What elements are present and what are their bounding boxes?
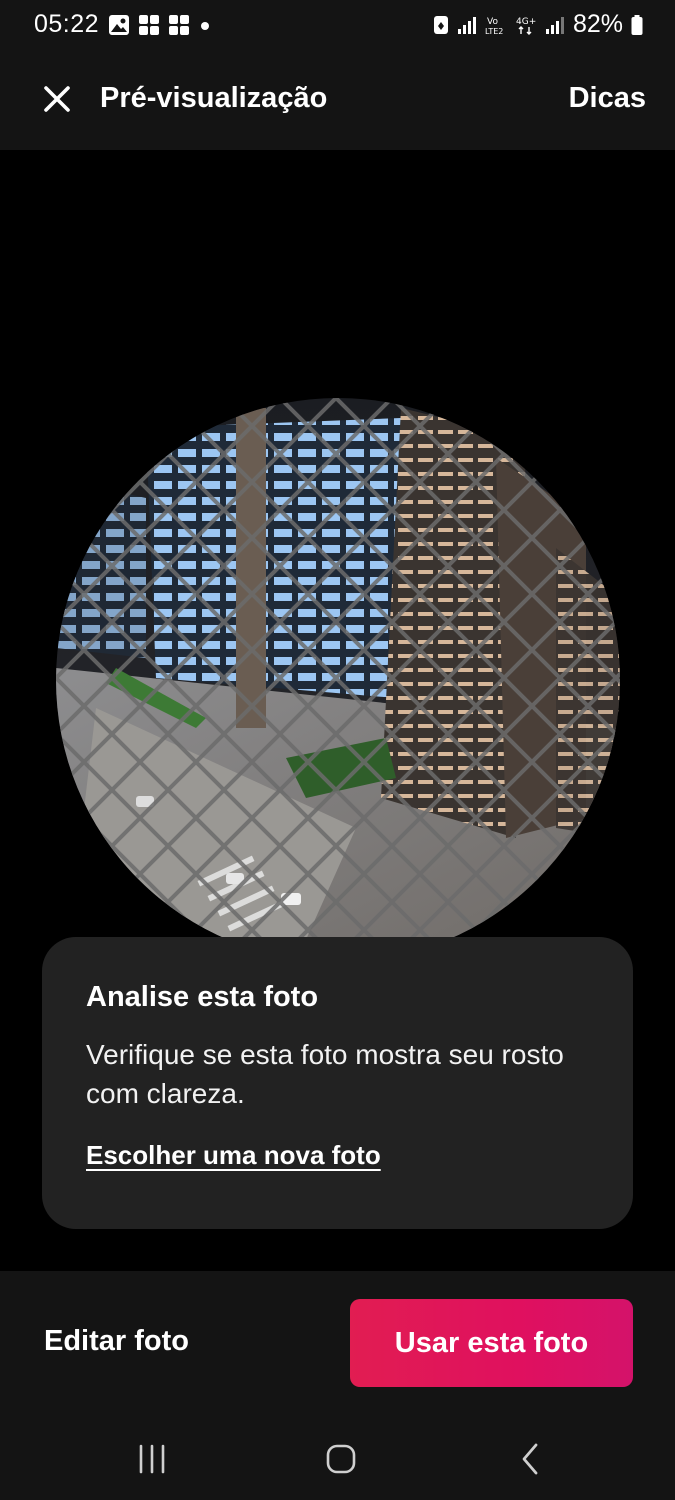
page-title: Pré-visualização: [100, 82, 328, 114]
status-bar: 05:22 Vo LTE2 4G+ 82%: [0, 0, 675, 52]
battery-percentage: 82%: [572, 10, 623, 38]
svg-text:LTE2: LTE2: [485, 27, 503, 36]
svg-text:Vo: Vo: [487, 17, 498, 27]
card-title: Analise esta foto: [86, 981, 319, 1013]
recent-apps-icon[interactable]: [137, 1442, 167, 1476]
close-icon[interactable]: [40, 82, 74, 116]
gallery-icon: [109, 15, 129, 35]
grid-app-icon: [139, 15, 159, 35]
home-icon[interactable]: [324, 1442, 358, 1476]
svg-text:4G+: 4G+: [516, 17, 536, 27]
tips-button[interactable]: Dicas: [569, 82, 646, 115]
4g-icon: 4G+: [516, 17, 536, 35]
photo-preview: [56, 398, 620, 962]
photo-image: [56, 398, 620, 962]
card-description: Verifique se esta foto mostra seu rosto …: [86, 1039, 564, 1109]
back-icon[interactable]: [516, 1442, 546, 1476]
grid-app-icon: [169, 15, 189, 35]
photo-review-card: Analise esta foto Verifique se esta foto…: [42, 937, 633, 1229]
volte-icon: Vo LTE2: [485, 17, 503, 36]
screen: 05:22 Vo LTE2 4G+ 82% Pré-visualização D…: [0, 0, 675, 1500]
status-time: 05:22: [34, 10, 100, 38]
signal-icon: [545, 16, 564, 34]
use-photo-button[interactable]: Usar esta foto: [350, 1299, 633, 1387]
choose-new-photo-link[interactable]: Escolher uma nova foto: [86, 1140, 381, 1171]
status-left-icons: [108, 14, 212, 36]
edit-photo-button[interactable]: Editar foto: [44, 1325, 189, 1358]
status-right: Vo LTE2 4G+ 82%: [433, 10, 643, 39]
dot-icon: [201, 22, 209, 30]
header: Pré-visualização Dicas: [0, 52, 675, 150]
system-nav-bar: [0, 1420, 675, 1500]
signal-icon: [457, 16, 476, 34]
lock-icon: [433, 15, 448, 34]
battery-icon: [631, 14, 643, 35]
